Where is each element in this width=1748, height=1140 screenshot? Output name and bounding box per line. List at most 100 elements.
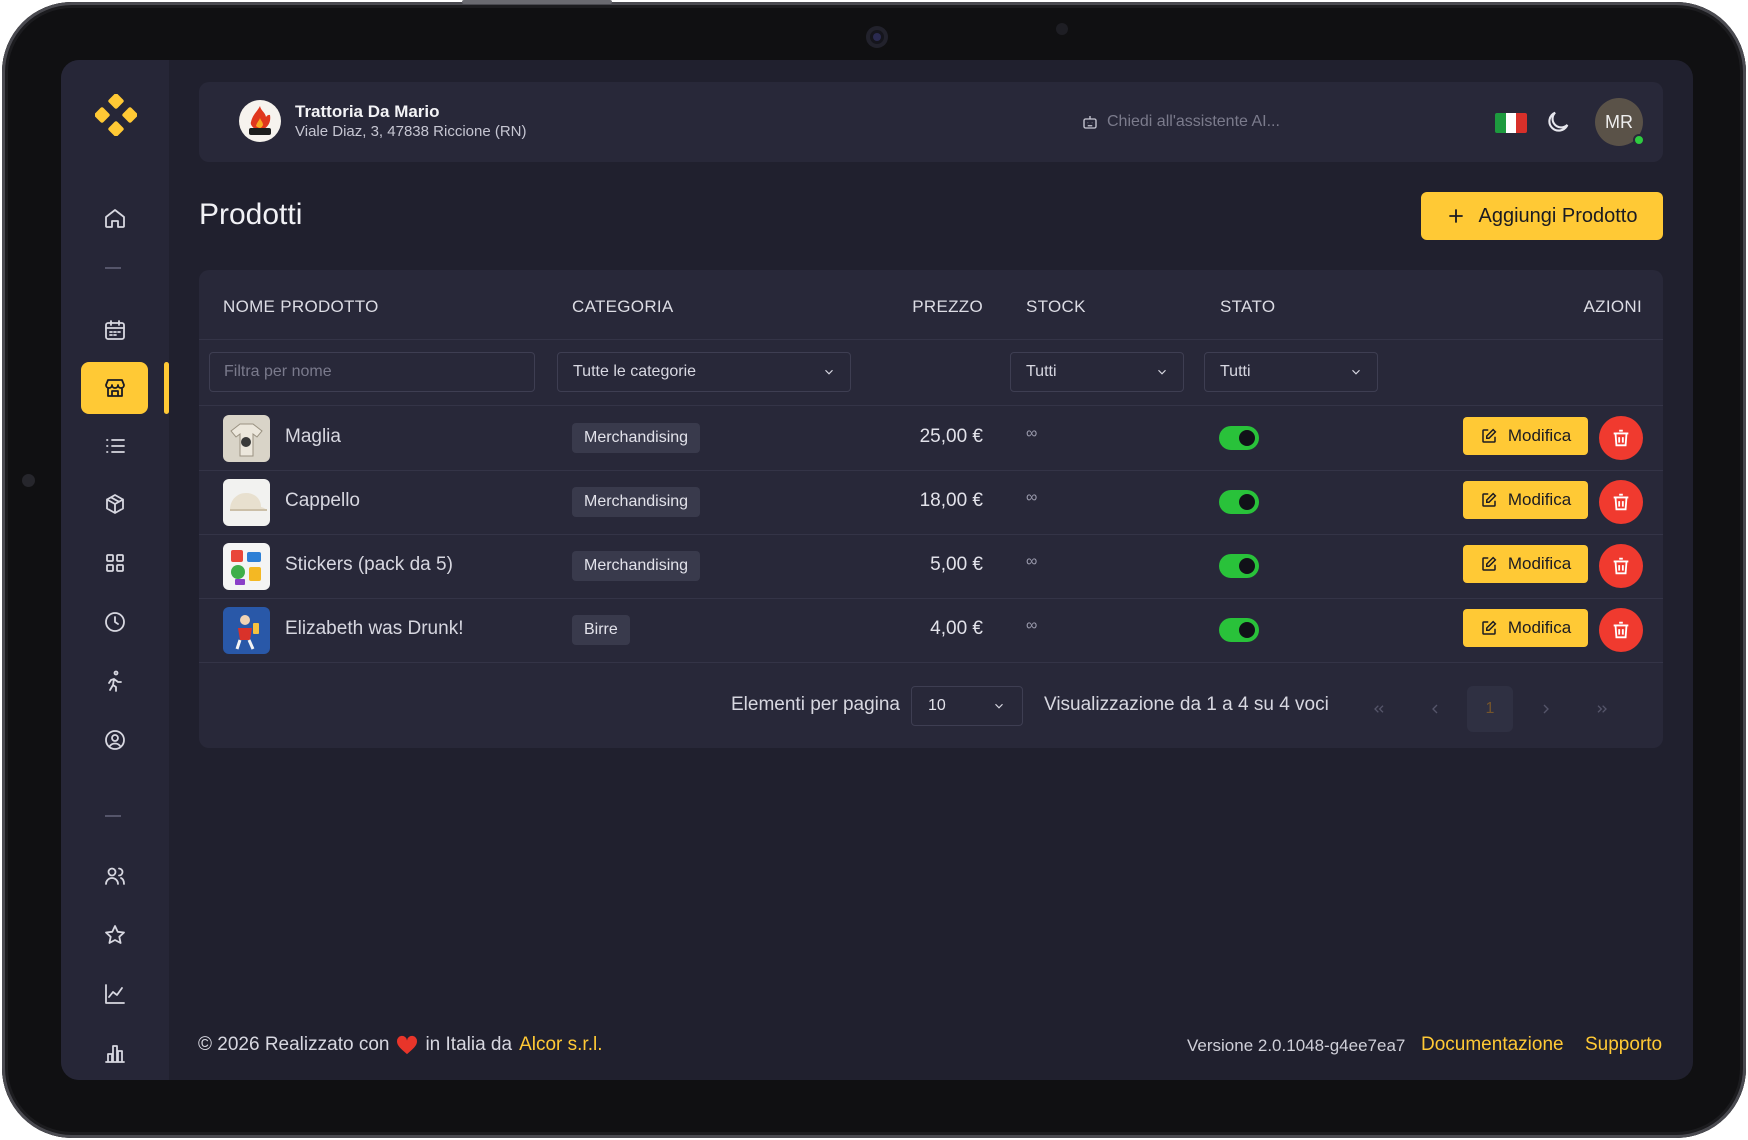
clock-icon [104,612,125,632]
power-button [462,0,612,4]
delete-button[interactable] [1599,416,1643,460]
edit-icon [1482,428,1497,443]
sidebar-item-home[interactable] [81,192,148,244]
app-logo-icon[interactable] [95,94,137,136]
product-thumbnail [223,415,270,462]
edit-button[interactable]: Modifica [1463,609,1588,647]
status-toggle[interactable] [1219,554,1259,578]
table-row: Stickers (pack da 5) Merchandising 5,00 … [199,534,1663,598]
category-badge: Birre [572,615,630,645]
dark-mode-toggle[interactable] [1544,108,1572,136]
edit-button[interactable]: Modifica [1463,417,1588,455]
ai-assistant-input[interactable]: Chiedi all'assistente AI... [1069,102,1479,142]
active-indicator [164,362,169,414]
column-header-status[interactable]: STATO [1220,297,1275,317]
divider [199,662,1663,663]
product-name: Stickers (pack da 5) [285,554,453,575]
chevrons-right-icon [1597,705,1607,713]
prev-page-button[interactable] [1412,686,1458,732]
robot-icon [1083,116,1097,129]
edit-label: Modifica [1507,554,1572,573]
calendar-icon [104,320,125,340]
column-header-price[interactable]: PREZZO [912,297,983,317]
moon-icon [1548,111,1569,132]
last-page-button[interactable] [1579,686,1625,732]
box-icon [105,494,124,514]
add-product-button[interactable]: Aggiungi Prodotto [1421,192,1663,240]
trash-icon [1613,557,1629,575]
footer-copyright: © 2026 Realizzato con in Italia da Alcor… [198,1034,602,1056]
product-price: 4,00 € [930,618,983,639]
column-header-category[interactable]: CATEGORIA [572,297,674,317]
restaurant-name: Trattoria Da Mario [295,102,440,121]
next-page-button[interactable] [1523,686,1569,732]
status-filter-select[interactable]: Tutti [1204,352,1378,392]
home-icon [104,209,125,228]
sidebar-item-reports[interactable] [81,1027,148,1079]
stock-filter-select[interactable]: Tutti [1010,352,1184,392]
sidebar-item-inventory[interactable] [81,478,148,530]
delete-button[interactable] [1599,608,1643,652]
tablet-frame: Trattoria Da Mario Viale Diaz, 3, 47838 … [2,0,1746,1138]
sidebar-item-users[interactable] [81,850,148,902]
edit-label: Modifica [1507,618,1572,637]
product-name: Cappello [285,490,360,511]
delete-button[interactable] [1599,544,1643,588]
delete-button[interactable] [1599,480,1643,524]
edit-button[interactable]: Modifica [1463,481,1588,519]
per-page-value: 10 [928,697,946,714]
product-thumbnail [223,543,270,590]
status-toggle[interactable] [1219,490,1259,514]
users-icon [104,867,125,885]
sidebar-item-list[interactable] [81,420,148,472]
sidebar-divider [105,267,121,269]
status-toggle[interactable] [1219,618,1259,642]
user-circle-icon [104,730,125,750]
app-screen: Trattoria Da Mario Viale Diaz, 3, 47838 … [61,60,1693,1080]
plus-icon [1449,209,1464,223]
product-stock: ∞ [1026,425,1038,442]
sidebar-item-store[interactable] [81,362,148,414]
line-chart-icon [104,984,125,1004]
edit-icon [1482,556,1497,571]
store-icon [104,379,125,397]
light-sensor [1056,23,1068,35]
product-name: Maglia [285,426,341,447]
page-button-current[interactable]: 1 [1467,686,1513,732]
sidebar-item-reviews[interactable] [81,909,148,961]
side-sensor [22,474,35,487]
table-row: Maglia Merchandising 25,00 € ∞ Modifica [199,406,1663,470]
sidebar-item-activity[interactable] [81,655,148,707]
sidebar-item-grid[interactable] [81,537,148,589]
top-header: Trattoria Da Mario Viale Diaz, 3, 47838 … [199,82,1663,162]
sidebar-item-calendar[interactable] [81,304,148,356]
category-badge: Merchandising [572,551,701,581]
support-link[interactable]: Supporto [1585,1034,1662,1056]
edit-label: Modifica [1507,490,1572,509]
sidebar-item-analytics[interactable] [81,968,148,1020]
edit-button[interactable]: Modifica [1463,545,1588,583]
status-filter-value: Tutti [1220,363,1251,380]
sidebar-item-history[interactable] [81,596,148,648]
restaurant-logo [239,100,281,142]
status-toggle[interactable] [1219,426,1259,450]
column-header-actions: AZIONI [1583,297,1642,316]
divider [199,339,1663,340]
first-page-button[interactable] [1356,686,1402,732]
chevron-down-icon [995,703,1003,709]
add-product-label: Aggiungi Prodotto [1478,204,1638,227]
list-icon [105,439,125,453]
documentation-link[interactable]: Documentazione [1421,1034,1564,1056]
company-link[interactable]: Alcor s.r.l. [519,1034,602,1056]
product-stock: ∞ [1026,489,1038,506]
italy-flag-icon[interactable] [1495,113,1527,133]
column-header-name[interactable]: NOME PRODOTTO [223,297,379,317]
column-header-stock[interactable]: STOCK [1026,297,1086,317]
per-page-select[interactable]: 10 [911,686,1023,726]
trash-icon [1613,429,1629,447]
sidebar-item-account[interactable] [81,714,148,766]
category-badge: Merchandising [572,423,701,453]
name-filter-input[interactable]: Filtra per nome [209,352,535,392]
category-filter-select[interactable]: Tutte le categorie [557,352,851,392]
grid-icon [105,554,124,572]
